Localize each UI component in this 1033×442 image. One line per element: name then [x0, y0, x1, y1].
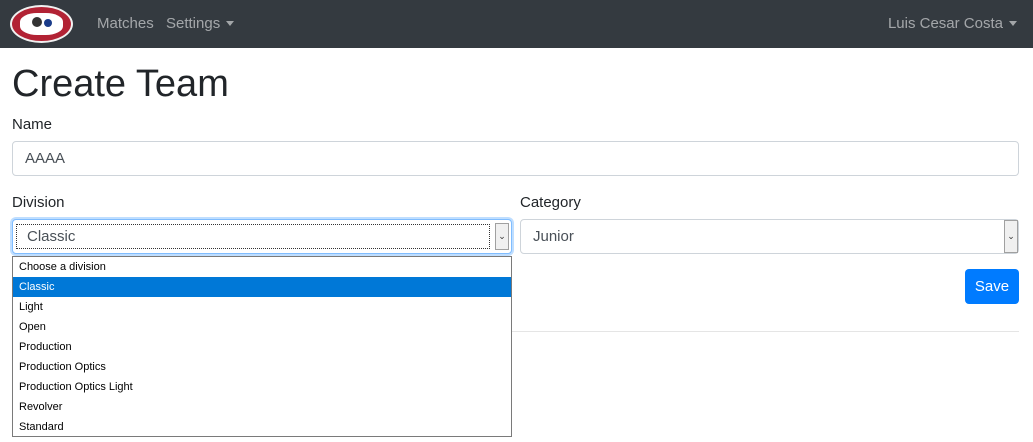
user-menu-dropdown[interactable]: Luis Cesar Costa	[888, 15, 1017, 32]
division-selected-value: Classic	[27, 228, 76, 245]
division-label: Division	[12, 194, 65, 211]
page-title: Create Team	[12, 63, 229, 105]
caret-down-icon	[1009, 21, 1017, 26]
name-label: Name	[12, 116, 53, 133]
logo-detail	[32, 17, 42, 27]
nav-settings-dropdown[interactable]: Settings	[166, 15, 235, 32]
nav-matches-link[interactable]: Matches	[97, 15, 154, 32]
chevron-down-icon[interactable]: ⌄	[1004, 220, 1018, 253]
brand-logo[interactable]	[10, 5, 73, 43]
name-input[interactable]: AAAA	[12, 141, 1019, 176]
logo-detail	[44, 19, 52, 27]
division-option[interactable]: Choose a division	[13, 257, 511, 277]
division-option[interactable]: Production	[13, 337, 511, 357]
focus-outline	[16, 224, 490, 249]
division-option[interactable]: Production Optics	[13, 357, 511, 377]
category-select[interactable]: Junior ⌄	[520, 219, 1019, 254]
category-label: Category	[520, 194, 581, 211]
division-option[interactable]: Standard	[13, 417, 511, 437]
category-selected-value: Junior	[533, 228, 574, 245]
top-navbar: Matches Settings Luis Cesar Costa	[0, 0, 1033, 48]
caret-down-icon	[226, 21, 235, 26]
division-option[interactable]: Production Optics Light	[13, 377, 511, 397]
chevron-down-icon[interactable]: ⌄	[495, 223, 509, 250]
division-option[interactable]: Classic	[13, 277, 511, 297]
form-divider	[512, 331, 1019, 332]
division-select[interactable]: Classic ⌄	[12, 219, 512, 254]
user-name: Luis Cesar Costa	[887, 15, 1003, 32]
division-options-list: Choose a division Classic Light Open Product…	[12, 256, 512, 437]
save-button[interactable]: Save	[965, 269, 1019, 304]
nav-settings-label: Settings	[166, 15, 221, 32]
division-option[interactable]: Revolver	[13, 397, 511, 417]
division-option[interactable]: Open	[13, 317, 511, 337]
division-option[interactable]: Light	[13, 297, 511, 317]
